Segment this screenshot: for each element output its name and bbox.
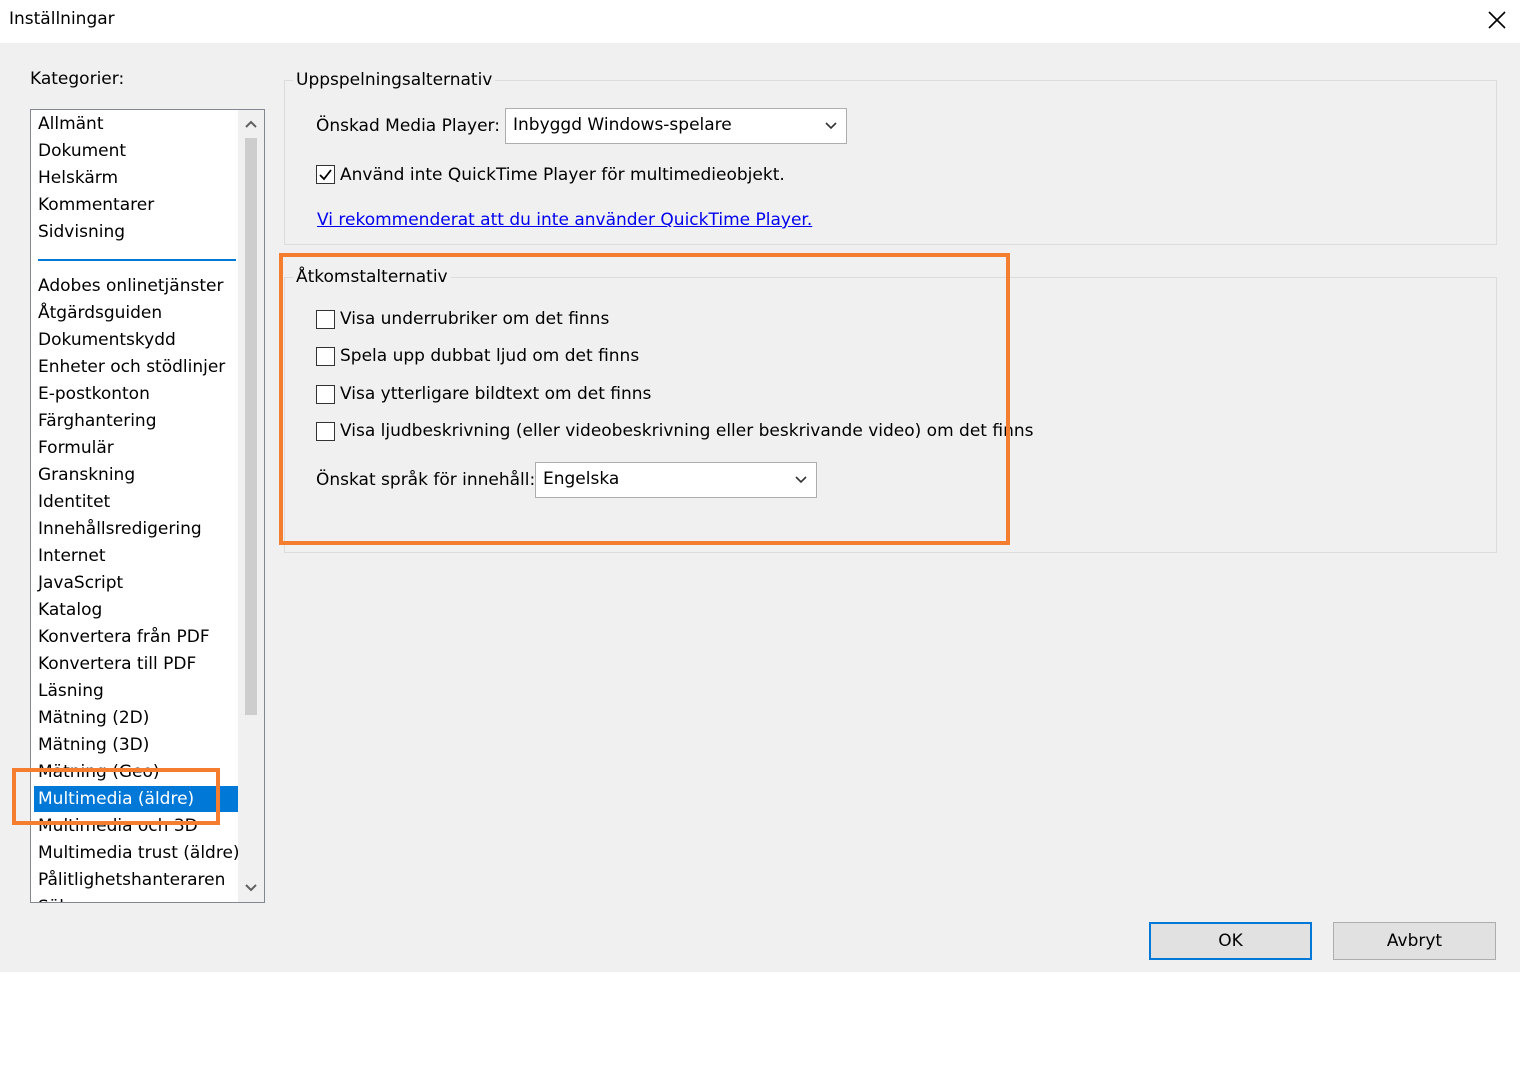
- window-title: Inställningar: [9, 9, 115, 29]
- category-item[interactable]: Multimedia och 3D: [34, 813, 238, 839]
- quicktime-recommend-link[interactable]: Vi rekommenderat att du inte använder Qu…: [317, 210, 812, 230]
- category-item[interactable]: Adobes onlinetjänster: [34, 273, 238, 299]
- category-item[interactable]: Multimedia (äldre): [34, 786, 238, 812]
- language-select[interactable]: Engelska: [535, 462, 817, 498]
- chevron-up-icon: [245, 120, 257, 128]
- category-item[interactable]: Mätning (3D): [34, 732, 238, 758]
- access-option-checkbox[interactable]: [316, 422, 335, 441]
- media-player-select[interactable]: Inbyggd Windows-spelare: [505, 108, 847, 144]
- access-group-title: Åtkomstalternativ: [293, 267, 451, 287]
- categories-label: Kategorier:: [30, 69, 125, 89]
- category-item[interactable]: Åtgärdsguiden: [34, 300, 238, 326]
- close-icon: [1488, 11, 1506, 29]
- category-item[interactable]: Katalog: [34, 597, 238, 623]
- ok-button[interactable]: OK: [1149, 922, 1312, 960]
- category-item[interactable]: Mätning (Geo): [34, 759, 238, 785]
- category-item[interactable]: Läsning: [34, 678, 238, 704]
- chevron-down-icon: [825, 122, 837, 130]
- language-label: Önskat språk för innehåll:: [316, 470, 536, 490]
- categories-separator: [38, 259, 236, 261]
- category-item[interactable]: Internet: [34, 543, 238, 569]
- category-item[interactable]: Konvertera till PDF: [34, 651, 238, 677]
- no-quicktime-label: Använd inte QuickTime Player för multime…: [340, 165, 785, 185]
- access-option-label: Visa underrubriker om det finns: [340, 309, 610, 329]
- scroll-up-button[interactable]: [238, 110, 264, 138]
- category-item[interactable]: Identitet: [34, 489, 238, 515]
- scroll-down-button[interactable]: [238, 874, 264, 902]
- access-option-label: Visa ytterligare bildtext om det finns: [340, 384, 652, 404]
- category-item[interactable]: Helskärm: [34, 165, 238, 191]
- category-item[interactable]: Dokumentskydd: [34, 327, 238, 353]
- category-item[interactable]: Sök: [34, 894, 238, 902]
- close-button[interactable]: [1474, 0, 1520, 40]
- category-item[interactable]: E-postkonton: [34, 381, 238, 407]
- category-item[interactable]: Kommentarer: [34, 192, 238, 218]
- category-item[interactable]: Allmänt: [34, 111, 238, 137]
- categories-list[interactable]: Allmänt Dokument Helskärm Kommentarer Sidvis…: [30, 109, 265, 903]
- category-item[interactable]: Multimedia trust (äldre): [34, 840, 240, 866]
- no-quicktime-checkbox[interactable]: [316, 165, 335, 184]
- media-player-label: Önskad Media Player:: [316, 116, 500, 136]
- categories-scrollbar[interactable]: [238, 110, 264, 902]
- category-item[interactable]: Innehållsredigering: [34, 516, 238, 542]
- category-item[interactable]: Mätning (2D): [34, 705, 238, 731]
- cancel-button[interactable]: Avbryt: [1333, 922, 1496, 960]
- checkmark-icon: [319, 169, 332, 181]
- access-option-checkbox[interactable]: [316, 310, 335, 329]
- category-item[interactable]: Dokument: [34, 138, 238, 164]
- access-group: Åtkomstalternativ Visa underrubriker om …: [284, 267, 1497, 553]
- category-item[interactable]: Enheter och stödlinjer: [34, 354, 238, 380]
- language-value: Engelska: [543, 469, 620, 489]
- category-item[interactable]: Formulär: [34, 435, 238, 461]
- category-item[interactable]: Färghantering: [34, 408, 238, 434]
- category-item[interactable]: Granskning: [34, 462, 238, 488]
- dialog-body: Kategorier: Allmänt Dokument Helskärm Komme…: [0, 43, 1520, 972]
- category-item[interactable]: Pålitlighetshanteraren: [34, 867, 238, 893]
- access-option-label: Visa ljudbeskrivning (eller videobeskriv…: [340, 421, 1034, 441]
- scroll-thumb[interactable]: [245, 138, 257, 715]
- playback-group: Uppspelningsalternativ Önskad Media Play…: [284, 70, 1497, 245]
- category-item[interactable]: Konvertera från PDF: [34, 624, 238, 650]
- category-item[interactable]: Sidvisning: [34, 219, 238, 245]
- media-player-value: Inbyggd Windows-spelare: [513, 115, 732, 135]
- title-bar: Inställningar: [0, 0, 1520, 43]
- playback-group-title: Uppspelningsalternativ: [293, 70, 496, 90]
- access-option-label: Spela upp dubbat ljud om det finns: [340, 346, 640, 366]
- chevron-down-icon: [795, 476, 807, 484]
- chevron-down-icon: [245, 884, 257, 892]
- access-option-checkbox[interactable]: [316, 385, 335, 404]
- access-option-checkbox[interactable]: [316, 347, 335, 366]
- category-item[interactable]: JavaScript: [34, 570, 238, 596]
